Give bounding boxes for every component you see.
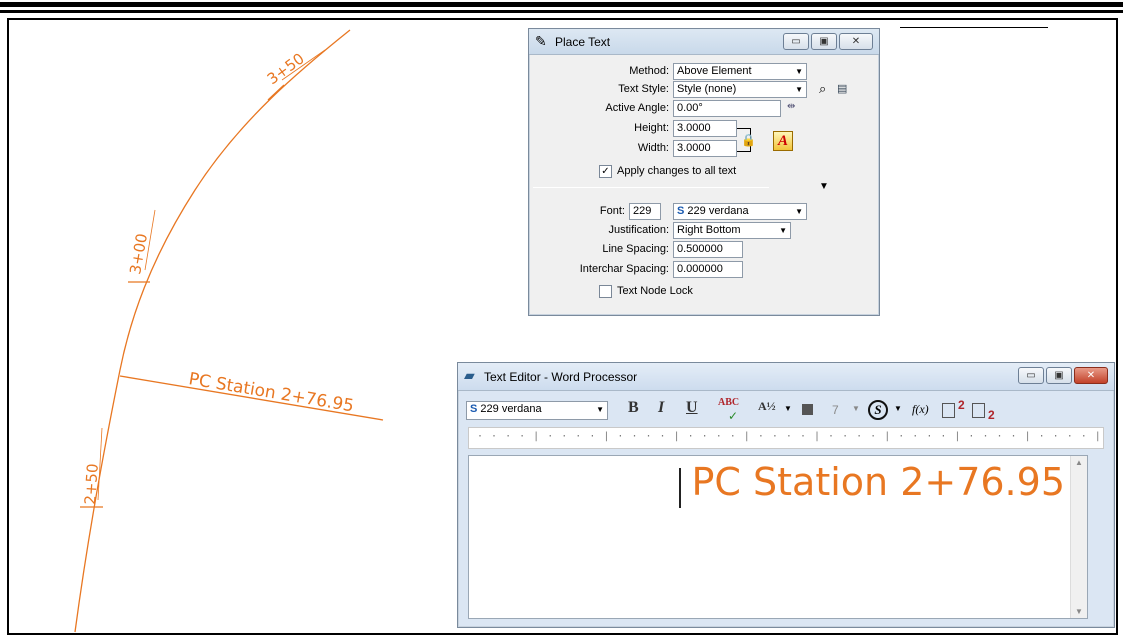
canvas-edge-line <box>900 27 1048 28</box>
interchar-spacing-value: 0.000000 <box>677 263 723 275</box>
editor-maximize-button[interactable]: ▣ <box>1046 367 1072 384</box>
interchar-spacing-input[interactable]: 0.000000 <box>673 261 743 278</box>
font-label: Font: <box>599 205 625 217</box>
color-swatch-icon[interactable] <box>802 404 813 415</box>
editor-font-type-icon: S <box>470 403 478 415</box>
fraction-dropdown-icon[interactable]: ▼ <box>784 404 792 413</box>
place-text-tool-icon: ✎ <box>535 33 547 49</box>
active-angle-input[interactable]: 0.00° <box>673 100 781 117</box>
method-value: Above Element <box>677 65 752 77</box>
justification-select[interactable]: Right Bottom <box>673 222 791 239</box>
height-input[interactable]: 3.0000 <box>673 120 737 137</box>
close-button[interactable]: ✕ <box>839 33 873 50</box>
subscript-box-icon[interactable] <box>972 403 985 418</box>
text-node-lock-label: Text Node Lock <box>617 285 693 297</box>
height-label: Height: <box>634 122 669 134</box>
line-spacing-input[interactable]: 0.500000 <box>673 241 743 258</box>
minimize-button[interactable]: ▭ <box>783 33 809 50</box>
place-text-dialog: ✎ Place Text ▭ ▣ ✕ Method: Above Element… <box>528 28 880 316</box>
subscript-button[interactable]: 2 <box>988 408 995 422</box>
text-editor-title: Text Editor - Word Processor <box>484 370 638 384</box>
editor-font-value: 229 verdana <box>480 403 542 415</box>
alignment-line <box>74 29 351 633</box>
width-label: Width: <box>637 142 669 154</box>
color-index-value: 7 <box>832 403 839 417</box>
special-symbol-icon[interactable]: S <box>868 400 888 420</box>
line-spacing-value: 0.500000 <box>677 243 723 255</box>
interchar-spacing-label: Interchar Spacing: <box>579 263 669 275</box>
width-input[interactable]: 3.0000 <box>673 140 737 157</box>
text-color-icon[interactable]: A <box>773 131 793 151</box>
font-select[interactable]: S 229 verdana <box>673 203 807 220</box>
underline-button[interactable]: U <box>686 399 698 421</box>
spell-check-mark-icon: ✓ <box>728 409 739 423</box>
magnifier-icon[interactable]: ⌕ <box>819 81 826 97</box>
editor-close-button[interactable]: ✕ <box>1074 367 1108 384</box>
superscript-box-icon[interactable] <box>942 403 955 418</box>
font-type-icon: S <box>677 205 685 217</box>
symbol-dropdown-icon[interactable]: ▼ <box>894 404 902 413</box>
method-label: Method: <box>629 65 669 77</box>
style-manager-icon[interactable]: ▤ <box>837 82 847 95</box>
text-style-select[interactable]: Style (none) <box>673 81 807 98</box>
field-button[interactable]: f(x) <box>912 402 929 417</box>
bold-button[interactable]: B <box>628 399 639 421</box>
text-style-label: Text Style: <box>618 83 669 95</box>
text-ruler[interactable]: · · · · | · · · · | · · · · | · · · · | … <box>468 427 1104 449</box>
dialog-separator <box>533 187 769 188</box>
text-color-glyph: A <box>777 133 788 149</box>
place-text-title: Place Text <box>555 35 611 49</box>
collapse-arrow-icon[interactable]: ▼ <box>819 181 829 192</box>
station-label-300: 3+00 <box>126 232 151 276</box>
active-angle-value: 0.00° <box>677 102 703 114</box>
apply-changes-label: Apply changes to all text <box>617 165 737 177</box>
text-editor-toolbar: S 229 verdana B I U ABC ✓ A½ ▼ 7 ▼ S ▼ f… <box>466 397 1106 423</box>
justification-label: Justification: <box>608 224 669 236</box>
justification-value: Right Bottom <box>677 224 741 236</box>
station-label-350: 3+50 <box>264 49 308 88</box>
station-label-250: 2+50 <box>81 463 102 505</box>
lock-icon[interactable]: 🔒 <box>741 133 756 147</box>
active-angle-label: Active Angle: <box>605 102 669 114</box>
text-editor-window: ▰ Text Editor - Word Processor ▭ ▣ ✕ S 2… <box>457 362 1115 628</box>
stacked-fraction-button[interactable]: A½ <box>758 399 776 421</box>
apply-changes-checkbox[interactable]: ✓ <box>599 165 612 178</box>
place-text-titlebar[interactable]: ✎ Place Text ▭ ▣ ✕ <box>529 29 879 55</box>
font-number-input[interactable]: 229 <box>629 203 661 220</box>
italic-button[interactable]: I <box>658 399 664 421</box>
color-dropdown-icon[interactable]: ▼ <box>852 404 860 413</box>
font-number-value: 229 <box>633 205 652 217</box>
pc-station-label: PC Station 2+76.95 <box>187 369 355 416</box>
text-node-lock-checkbox[interactable] <box>599 285 612 298</box>
width-value: 3.0000 <box>677 142 711 154</box>
maximize-button[interactable]: ▣ <box>811 33 837 50</box>
editor-text-content: PC Station 2+76.95 <box>691 460 1065 504</box>
text-editor-app-icon: ▰ <box>464 367 475 383</box>
text-caret <box>679 468 681 508</box>
method-select[interactable]: Above Element <box>673 63 807 80</box>
height-value: 3.0000 <box>677 122 711 134</box>
station-tick-350 <box>267 84 285 101</box>
font-value: 229 verdana <box>687 205 749 217</box>
vertical-scrollbar[interactable]: ▲ ▼ <box>1070 456 1087 618</box>
text-editor-titlebar[interactable]: ▰ Text Editor - Word Processor ▭ ▣ ✕ <box>458 363 1114 391</box>
text-style-value: Style (none) <box>677 83 737 95</box>
superscript-button[interactable]: 2 <box>958 398 965 412</box>
scroll-down-icon[interactable]: ▼ <box>1071 607 1087 616</box>
editor-font-select[interactable]: S 229 verdana <box>466 401 608 420</box>
scroll-up-icon[interactable]: ▲ <box>1071 456 1087 467</box>
editor-minimize-button[interactable]: ▭ <box>1018 367 1044 384</box>
text-edit-area[interactable]: PC Station 2+76.95 ▲ ▼ <box>468 455 1088 619</box>
angle-picker-icon[interactable]: ⇹ <box>787 101 795 112</box>
line-spacing-label: Line Spacing: <box>602 243 669 255</box>
